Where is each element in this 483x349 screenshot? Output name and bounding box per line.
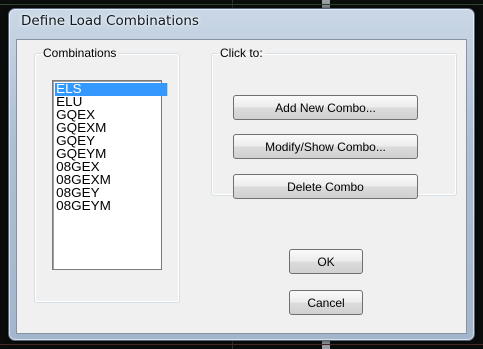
combinations-group: Combinations ELS ELU GQEX GQEXM GQEY GQEYM 08G… bbox=[34, 46, 180, 303]
modify-show-combo-button[interactable]: Modify/Show Combo... bbox=[233, 134, 418, 159]
add-new-combo-button[interactable]: Add New Combo... bbox=[233, 95, 418, 120]
cancel-button[interactable]: Cancel bbox=[289, 290, 363, 315]
define-load-combinations-dialog: Define Load Combinations Combinations EL… bbox=[8, 8, 475, 341]
combination-list-item[interactable]: 08GEYM bbox=[55, 200, 167, 213]
combinations-listbox[interactable]: ELS ELU GQEX GQEXM GQEY GQEYM 08GEX 08GEXM 08GEY… bbox=[52, 80, 168, 270]
dialog-title: Define Load Combinations bbox=[21, 13, 199, 29]
background-gridline bbox=[0, 344, 483, 345]
ok-button[interactable]: OK bbox=[289, 249, 363, 274]
background-gridline bbox=[0, 4, 483, 5]
delete-combo-button[interactable]: Delete Combo bbox=[233, 174, 418, 199]
dialog-client-area: Combinations ELS ELU GQEX GQEXM GQEY GQEYM 08G… bbox=[16, 39, 467, 334]
click-to-group-label: Click to: bbox=[220, 46, 263, 60]
dialog-titlebar[interactable]: Define Load Combinations bbox=[9, 9, 474, 39]
combinations-group-label: Combinations bbox=[43, 46, 117, 60]
